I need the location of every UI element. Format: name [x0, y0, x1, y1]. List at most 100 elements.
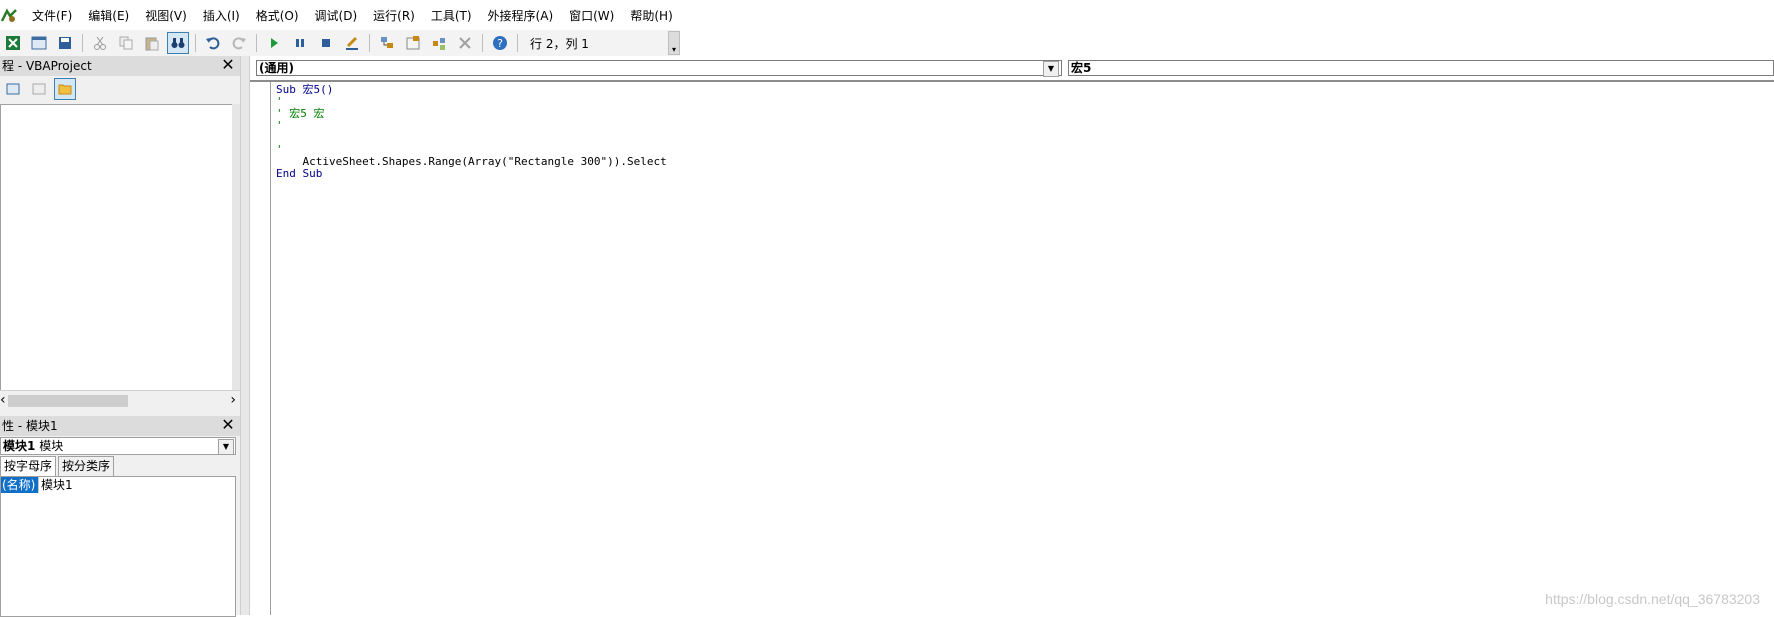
object-browser-button[interactable] — [428, 32, 450, 54]
menu-tools[interactable]: 工具(T) — [423, 4, 480, 28]
copy-button[interactable] — [115, 32, 137, 54]
find-button[interactable] — [167, 32, 189, 54]
project-tree-horizontal-scrollbar[interactable]: ‹ › — [0, 390, 240, 409]
stop-icon — [322, 39, 330, 47]
properties-tabs: 按字母序 按分类序 — [0, 456, 240, 476]
undo-button[interactable] — [202, 32, 224, 54]
svg-text:?: ? — [497, 37, 503, 50]
break-button[interactable] — [289, 32, 311, 54]
paste-button[interactable] — [141, 32, 163, 54]
standard-toolbar: ? 行 2，列 1 ▾ — [0, 30, 680, 57]
property-name: (名称) — [1, 477, 38, 493]
property-row[interactable]: (名称) 模块1 — [1, 477, 235, 493]
run-button[interactable] — [263, 32, 285, 54]
tab-categorized[interactable]: 按分类序 — [58, 456, 115, 476]
excel-view-button[interactable] — [2, 32, 24, 54]
excel-icon — [6, 36, 20, 50]
object-combo[interactable]: (通用) ▼ — [256, 60, 1062, 77]
menu-format[interactable]: 格式(O) — [248, 4, 307, 28]
menu-run[interactable]: 运行(R) — [365, 4, 423, 28]
vba-editor-icon — [0, 8, 17, 22]
procedure-combo-value: 宏5 — [1071, 61, 1092, 75]
project-explorer-toolbar — [0, 76, 240, 102]
pause-icon — [296, 39, 304, 47]
cut-button[interactable] — [89, 32, 111, 54]
chevron-down-icon[interactable]: ▼ — [1043, 61, 1059, 77]
folder-icon — [58, 84, 72, 95]
reset-button[interactable] — [315, 32, 337, 54]
toolbox-button[interactable] — [454, 32, 476, 54]
menu-view[interactable]: 视图(V) — [137, 4, 195, 28]
undo-icon — [206, 37, 220, 50]
scissors-icon — [94, 36, 106, 50]
copy-icon — [119, 36, 133, 50]
object-combo-value: (通用) — [259, 61, 294, 75]
redo-icon — [232, 37, 246, 50]
menu-debug[interactable]: 调试(D) — [307, 4, 366, 28]
project-explorer-title: 程 - VBAProject ✕ — [0, 56, 240, 76]
menu-bar: 文件(F) 编辑(E) 视图(V) 插入(I) 格式(O) 调试(D) 运行(R… — [0, 4, 1774, 28]
watermark: https://blog.csdn.net/qq_36783203 — [1545, 591, 1760, 607]
menu-addins[interactable]: 外接程序(A) — [480, 4, 562, 28]
code-line: ' — [276, 95, 283, 108]
redo-button[interactable] — [228, 32, 250, 54]
toolbar-separator — [482, 34, 483, 52]
code-editor[interactable]: Sub 宏5() ' ' 宏5 宏 ' ' ActiveSheet.Shapes… — [276, 84, 1766, 604]
properties-object-name: 模块1 — [3, 439, 36, 453]
toolbar-separator — [82, 34, 83, 52]
project-explorer-icon — [381, 37, 393, 48]
code-line: ' — [276, 119, 283, 132]
menu-file[interactable]: 文件(F) — [24, 4, 80, 28]
menu-edit[interactable]: 编辑(E) — [80, 4, 137, 28]
toggle-folders-button[interactable] — [54, 78, 76, 100]
chevron-down-icon[interactable]: ▼ — [218, 439, 234, 455]
toolbar-separator — [517, 34, 518, 52]
view-code-icon — [6, 83, 20, 95]
properties-window-button[interactable] — [402, 32, 424, 54]
code-window: (通用) ▼ 宏5 Sub 宏5() ' ' 宏5 宏 ' ' ActiveSh… — [250, 56, 1774, 615]
scroll-left-icon[interactable]: ‹ — [0, 392, 6, 408]
toolbar-separator — [256, 34, 257, 52]
toolbar-options-grip[interactable]: ▾ — [668, 31, 680, 55]
save-button[interactable] — [54, 32, 76, 54]
code-line: ActiveSheet.Shapes.Range(Array("Rectangl… — [276, 155, 667, 168]
properties-grid: (名称) 模块1 — [0, 476, 236, 617]
help-button[interactable]: ? — [489, 32, 511, 54]
properties-object-combo[interactable]: 模块1 模块 ▼ — [0, 437, 236, 455]
tab-alphabetic[interactable]: 按字母序 — [0, 456, 57, 476]
view-code-button[interactable] — [2, 78, 24, 100]
project-tree[interactable] — [0, 104, 234, 392]
view-object-button[interactable] — [28, 78, 50, 100]
close-icon[interactable]: ✕ — [220, 57, 236, 73]
view-object-icon — [32, 83, 46, 95]
code-line: Sub 宏5() — [276, 83, 334, 96]
property-value[interactable]: 模块1 — [38, 477, 73, 493]
object-browser-icon — [433, 38, 445, 50]
project-tree-vertical-scrollbar[interactable] — [232, 104, 240, 390]
code-margin-indicator-bar[interactable] — [250, 82, 271, 615]
menu-insert[interactable]: 插入(I) — [195, 4, 248, 28]
procedure-combo[interactable]: 宏5 — [1068, 60, 1774, 76]
properties-icon — [406, 36, 420, 50]
toolbar-separator — [195, 34, 196, 52]
design-mode-icon — [346, 36, 358, 50]
binoculars-icon — [171, 38, 185, 48]
cursor-position: 行 2，列 1 — [530, 36, 589, 51]
project-explorer-title-text: 程 - VBAProject — [2, 59, 92, 73]
pane-splitter[interactable] — [240, 56, 250, 615]
project-explorer-button[interactable] — [376, 32, 398, 54]
scroll-right-icon[interactable]: › — [230, 392, 236, 408]
code-line: End Sub — [276, 167, 323, 180]
design-mode-button[interactable] — [341, 32, 363, 54]
help-icon: ? — [493, 36, 507, 50]
save-icon — [59, 37, 71, 49]
close-icon[interactable]: ✕ — [220, 417, 236, 433]
menu-window[interactable]: 窗口(W) — [561, 4, 622, 28]
paste-icon — [145, 37, 159, 51]
scroll-thumb[interactable] — [8, 395, 128, 407]
userform-icon — [31, 36, 47, 50]
menu-help[interactable]: 帮助(H) — [622, 4, 680, 28]
insert-userform-button[interactable] — [28, 32, 50, 54]
properties-title-text: 性 - 模块1 — [2, 419, 58, 433]
properties-title: 性 - 模块1 ✕ — [0, 416, 240, 436]
